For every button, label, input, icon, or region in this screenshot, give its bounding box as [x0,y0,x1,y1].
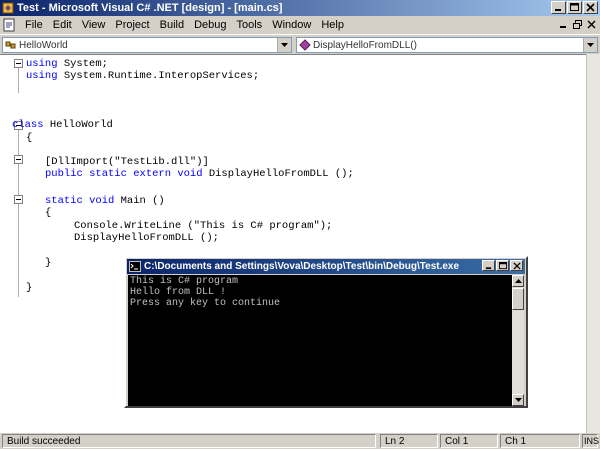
menu-project[interactable]: Project [110,19,154,31]
menu-window[interactable]: Window [267,19,316,31]
scroll-thumb[interactable] [512,288,524,310]
chevron-down-icon[interactable] [583,38,597,52]
chevron-up-icon [514,279,522,283]
menu-edit[interactable]: Edit [48,19,77,31]
close-button[interactable] [583,1,598,14]
class-combo[interactable]: HelloWorld [2,37,292,53]
menu-file[interactable]: File [20,19,48,31]
mdi-close-button[interactable] [585,18,598,30]
console-maximize-button[interactable] [496,260,509,271]
console-minimize-button[interactable] [482,260,495,271]
console-window[interactable]: C:\Documents and Settings\Vova\Desktop\T… [124,256,528,408]
member-combo[interactable]: DisplayHelloFromDLL() [296,37,598,53]
code-line-2: using System.Runtime.InteropServices; [26,70,260,82]
code-line-5: [DllImport("TestLib.dll")] [45,156,209,168]
collapse-toggle[interactable] [14,155,23,164]
minimize-icon [560,25,566,28]
code-line-12: } [26,282,33,294]
menu-build[interactable]: Build [155,19,189,31]
mdi-restore-button[interactable] [571,18,584,30]
code-line-6: public static extern void DisplayHelloFr… [45,168,354,180]
status-message: Build succeeded [2,434,376,448]
collapse-toggle[interactable] [14,195,23,204]
code-line-1: using System; [26,58,108,70]
console-scrollbar[interactable] [512,275,524,406]
code-line-8: { [45,207,52,219]
command-prompt-icon [129,261,141,272]
minimize-button[interactable] [551,1,566,14]
scroll-down-button[interactable] [512,394,524,406]
status-insert-mode: INS [582,434,600,448]
code-line-11: } [45,257,52,269]
menu-help[interactable]: Help [316,19,349,31]
window-title-bar[interactable]: Test - Microsoft Visual C# .NET [design]… [0,0,600,16]
menu-tools[interactable]: Tools [232,19,268,31]
menu-bar: File Edit View Project Build Debug Tools… [0,16,600,34]
mdi-minimize-button[interactable] [557,18,570,30]
collapse-toggle[interactable] [14,59,23,68]
editor-scrollbar[interactable] [586,54,600,433]
maximize-button[interactable] [567,1,582,14]
close-icon [512,261,521,270]
class-icon [5,39,17,51]
member-combo-value: DisplayHelloFromDLL() [313,39,417,51]
close-icon [587,20,596,28]
menu-debug[interactable]: Debug [189,19,231,31]
outline-guide [18,127,19,297]
code-line-9: Console.WriteLine ("This is C# program")… [74,220,333,232]
status-column: Col 1 [440,434,498,448]
chevron-down-icon [514,398,522,402]
navigation-bar: HelloWorld DisplayHelloFromDLL() [0,34,600,54]
maximize-icon [570,3,579,11]
window-title: Test - Microsoft Visual C# .NET [design]… [17,2,283,14]
close-icon [586,3,595,12]
visual-studio-icon [2,2,14,14]
class-combo-value: HelloWorld [19,39,68,51]
scroll-up-button[interactable] [512,275,524,287]
console-close-button[interactable] [510,260,523,271]
maximize-icon [498,261,507,269]
console-output: This is C# program Hello from DLL ! Pres… [128,275,513,406]
console-title-bar[interactable]: C:\Documents and Settings\Vova\Desktop\T… [127,259,525,274]
status-char: Ch 1 [500,434,580,448]
code-line-7: static void Main () [45,195,165,207]
code-line-4: { [26,132,33,144]
code-line-3: class HelloWorld [12,119,113,131]
document-icon[interactable] [2,18,16,32]
method-icon [299,39,311,51]
console-title: C:\Documents and Settings\Vova\Desktop\T… [144,261,460,272]
minimize-icon [485,266,491,269]
restore-icon [573,19,582,29]
status-bar: Build succeeded Ln 2 Col 1 Ch 1 INS [0,433,600,449]
status-line: Ln 2 [380,434,438,448]
menu-view[interactable]: View [77,19,111,31]
minimize-icon [555,9,561,11]
code-line-10: DisplayHelloFromDLL (); [74,232,219,244]
chevron-down-icon[interactable] [277,38,291,52]
